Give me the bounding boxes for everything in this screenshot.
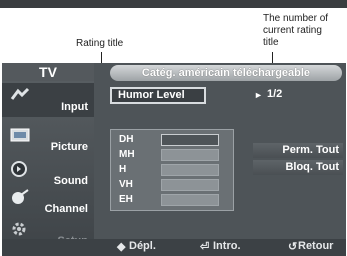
rating-cell[interactable] (161, 179, 219, 191)
sidebar-item-channel[interactable]: Channel (2, 185, 94, 219)
return-icon: ↺ (288, 241, 298, 253)
setup-icon (12, 222, 26, 236)
sidebar-title: TV (2, 63, 94, 81)
tv-menu: TV Input Picture Sound Channel Catég. am… (2, 63, 346, 256)
picture-icon (10, 128, 30, 142)
sidebar-item-input[interactable]: Input (2, 83, 94, 117)
annotation-line: current rating (263, 25, 322, 36)
sidebar-item-picture[interactable]: Picture (2, 123, 94, 157)
sidebar-item-label: Channel (44, 203, 88, 215)
menu-title: Catég. américain téléchargeable (110, 65, 342, 81)
rating-cell[interactable] (161, 164, 219, 176)
top-bar (0, 0, 347, 8)
footer-move-label: Dépl. (129, 240, 156, 252)
annotation-rating-title: Rating title (76, 38, 124, 49)
rating-row-label: VH (119, 179, 133, 190)
footer-bar: ◆ Dépl. ⏎ Intro. ↺ Retour (2, 239, 346, 256)
footer-return-label: Retour (298, 240, 334, 252)
rating-cell[interactable] (161, 194, 219, 206)
annotation-count: The number of current rating title (263, 13, 328, 49)
input-icon (10, 87, 30, 100)
arrow-right-icon: ► (254, 90, 263, 100)
annotation-line: title (263, 37, 279, 48)
sound-icon (11, 161, 27, 177)
channel-icon (12, 189, 29, 204)
rating-cell[interactable] (161, 134, 219, 146)
rating-row-label: EH (119, 194, 133, 205)
sidebar-item-label: Picture (50, 141, 88, 153)
rating-cell[interactable] (161, 149, 219, 161)
move-icon: ◆ (117, 241, 126, 253)
rating-row-label: H (119, 164, 127, 175)
allow-all-button[interactable]: Perm. Tout (253, 143, 343, 158)
rating-row-label: MH (119, 149, 135, 160)
rating-row-label: DH (119, 134, 134, 145)
rating-count: 1/2 (267, 88, 283, 100)
enter-icon: ⏎ (200, 241, 210, 253)
main-panel: Catég. américain téléchargeable Humor Le… (94, 63, 346, 256)
sidebar-item-label: Input (61, 101, 88, 113)
annotation-line: The number of (263, 13, 329, 24)
footer-enter-label: Intro. (213, 240, 241, 252)
block-all-button[interactable]: Bloq. Tout (253, 160, 343, 175)
rating-title-field[interactable]: Humor Level (110, 87, 206, 104)
rating-grid: DH MH H VH EH (110, 129, 234, 211)
sidebar: TV Input Picture Sound Channel (2, 63, 94, 256)
